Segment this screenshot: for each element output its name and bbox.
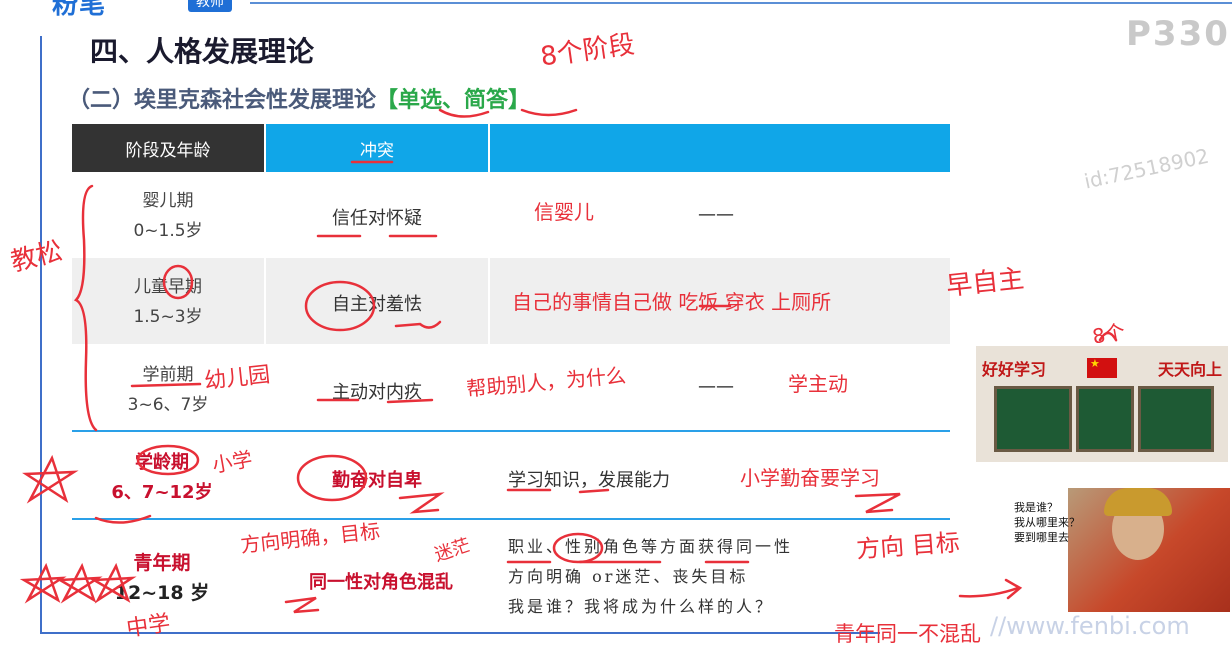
banner-left: 好好学习 [982, 360, 1047, 379]
speech-bubble: 我是谁？ 我从哪里来？ 要到哪里去 [1014, 500, 1080, 545]
subtitle-text: （二）埃里克森社会性发展理论 [68, 88, 377, 113]
handwritten-eight: 8个 [1090, 319, 1127, 349]
desc-line: 职业、性别角色等方面获得同一性 [508, 537, 794, 556]
blackboard [1138, 386, 1214, 452]
brand-logo: 粉笔 [52, 0, 107, 20]
stage-name: 学龄期 [135, 452, 189, 473]
stage-name: 学前期 [142, 365, 194, 385]
row-dash: —— [698, 376, 734, 397]
stage-age: 1.5~3岁 [133, 307, 203, 327]
ink-mark [854, 492, 901, 514]
page-number: P330 [1126, 14, 1230, 54]
banner-right: 天天向上 [1157, 360, 1222, 379]
header-conflict: 冲突 [266, 124, 488, 172]
handwritten-middle: 中学 [124, 611, 172, 642]
handwritten-early: 早自主 [944, 263, 1026, 302]
handwritten-kindergarten: 幼儿园 [203, 362, 272, 395]
handwritten-confused: 迷茫 [432, 534, 473, 566]
stage-cell: 青年期 12~18 岁 [72, 548, 252, 608]
handwritten-bracket-note: 教松 [7, 236, 66, 278]
row-desc: 学习知识，发展能力 [508, 470, 670, 491]
row-note: 自己的事情自己做 吃饭 穿衣 上厕所 [512, 290, 832, 314]
desc-line: 我是谁？我将成为什么样的人？ [508, 597, 775, 616]
stage-age: 12~18 岁 [114, 582, 210, 604]
monk-hat [1104, 488, 1172, 516]
ink-mark [398, 492, 445, 514]
conflict-cell: 勤奋对自卑 [332, 470, 422, 491]
header-rule [250, 2, 1232, 4]
footer-url: //www.fenbi.com [990, 612, 1190, 640]
header-blank [490, 124, 950, 172]
conflict-cell: 同一性对角色混乱 [309, 572, 453, 593]
ink-star [22, 454, 79, 504]
conflict-cell: 信任对怀疑 [332, 208, 422, 229]
left-rule [40, 36, 42, 634]
classroom-banner: 好好学习 天天向上 [978, 356, 1226, 380]
row-dash: —— [698, 204, 734, 225]
speech-line: 我从哪里来？ [1014, 516, 1080, 529]
handwritten-direction-goal: 方向 目标 [855, 528, 961, 564]
conflict-cell: 主动对内疚 [332, 382, 422, 403]
ink-mark [284, 596, 320, 614]
row-note: 学主动 [788, 372, 848, 396]
stage-name: 儿童早期 [134, 277, 202, 297]
ink-underline [520, 108, 578, 117]
stage-age: 3~6、7岁 [127, 395, 209, 415]
section-subtitle: （二）埃里克森社会性发展理论【单选、简答】 [68, 82, 530, 114]
cell-divider [488, 258, 490, 344]
stage-age: 6、7~12岁 [111, 482, 213, 503]
speech-line: 要到哪里去 [1014, 531, 1069, 544]
desc-line: 方向明确 or迷茫、丧失目标 [508, 567, 749, 586]
handwritten-direction: 方向明确，目标 [239, 518, 382, 558]
brand-tag: 教师 [188, 0, 232, 12]
speech-line: 我是谁？ [1014, 501, 1058, 514]
handwritten-bottom-note: 青年同一不混乱 [834, 622, 981, 646]
handwritten-help: 帮助别人，为什么 [465, 363, 627, 401]
header-stage-age: 阶段及年龄 [72, 124, 264, 172]
conflict-cell: 自主对羞怯 [332, 294, 422, 315]
handwritten-stages: 8个阶段 [538, 29, 637, 73]
row-divider [72, 518, 950, 520]
ink-star [19, 562, 67, 604]
stage-cell: 婴儿期 0~1.5岁 [72, 186, 264, 246]
ink-arrow [958, 578, 1023, 600]
flag-icon [1087, 357, 1117, 378]
row-note: 信婴儿 [534, 200, 594, 224]
question-type-tag: 【单选、简答】 [376, 88, 531, 113]
stage-cell: 儿童早期 1.5~3岁 [72, 272, 264, 332]
watermark: id:72518902 [1082, 143, 1212, 194]
row-desc: 职业、性别角色等方面获得同一性 方向明确 or迷茫、丧失目标 我是谁？我将成为什… [508, 532, 793, 622]
stage-name: 婴儿期 [142, 191, 194, 211]
blackboard [1076, 386, 1134, 452]
stage-age: 0~1.5岁 [133, 221, 203, 241]
stage-name: 青年期 [133, 552, 191, 574]
row-note: 小学勤奋要学习 [740, 466, 880, 490]
blackboard [994, 386, 1072, 452]
row-divider [72, 430, 950, 432]
page-title: 四、人格发展理论 [90, 35, 315, 68]
